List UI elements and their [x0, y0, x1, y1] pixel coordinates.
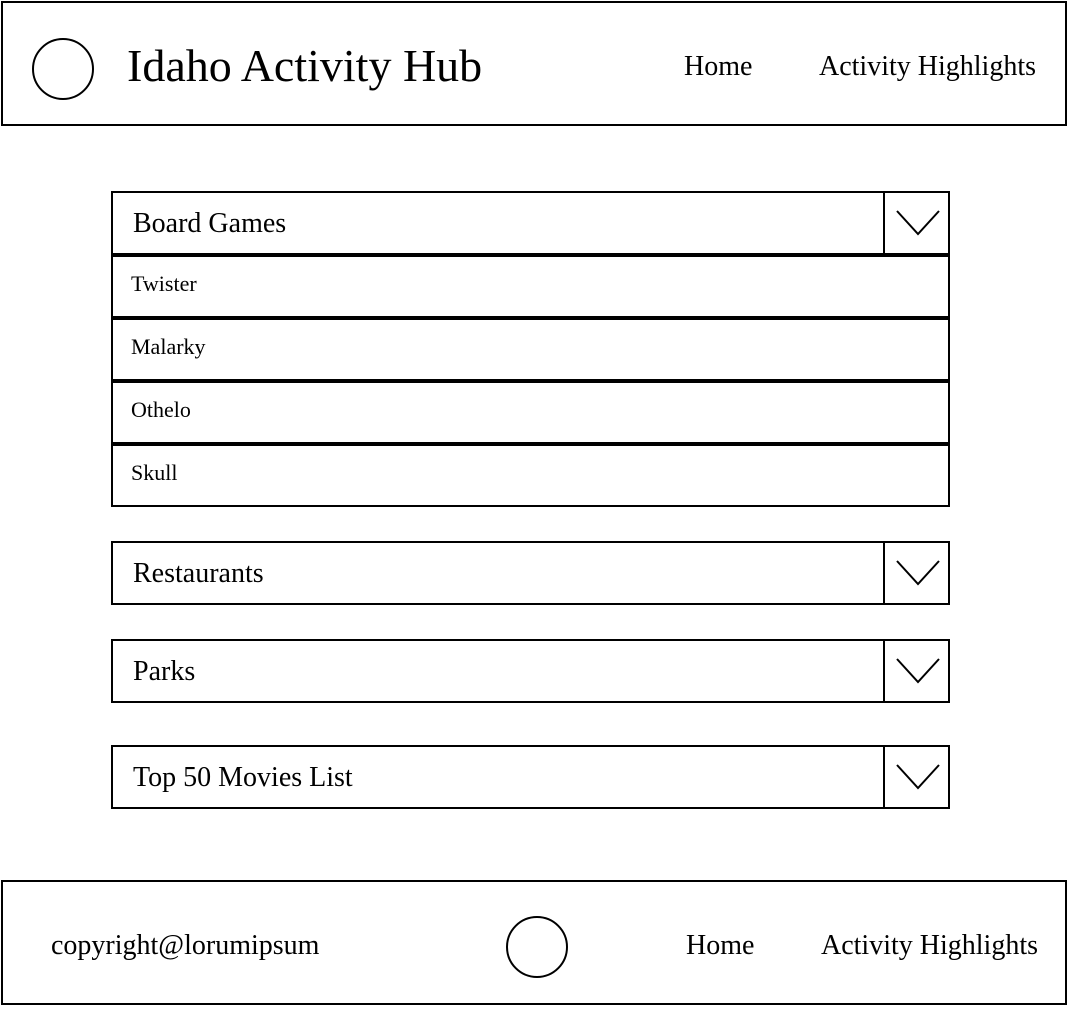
accordion-label: Parks	[133, 656, 196, 687]
list-item[interactable]: Malarky	[111, 318, 950, 381]
site-header: Idaho Activity Hub Home Activity Highlig…	[1, 1, 1067, 126]
accordion-header-restaurants[interactable]: Restaurants	[111, 541, 950, 605]
list-item-label: Malarky	[131, 334, 206, 359]
accordion-label: Board Games	[133, 208, 287, 239]
accordion-restaurants: Restaurants	[111, 541, 950, 605]
accordion-header-board-games[interactable]: Board Games	[111, 191, 950, 255]
accordion-label: Top 50 Movies List	[133, 762, 353, 793]
accordion-header-parks[interactable]: Parks	[111, 639, 950, 703]
logo-icon[interactable]	[32, 38, 94, 100]
site-footer: copyright@lorumipsum Home Activity Highl…	[1, 880, 1067, 1005]
accordion-toggle-button[interactable]	[883, 639, 950, 703]
list-item-label: Twister	[131, 271, 197, 296]
chevron-down-icon	[896, 560, 940, 586]
accordion-parks: Parks	[111, 639, 950, 703]
copyright-text: copyright@lorumipsum	[51, 930, 320, 961]
logo-icon[interactable]	[506, 916, 568, 978]
accordion-label: Restaurants	[133, 558, 264, 589]
list-item-label: Othelo	[131, 397, 191, 422]
accordion-board-games: Board Games Twister Malarky Othelo Skull	[111, 191, 950, 507]
list-item[interactable]: Othelo	[111, 381, 950, 444]
list-item[interactable]: Skull	[111, 444, 950, 507]
list-item[interactable]: Twister	[111, 255, 950, 318]
site-title: Idaho Activity Hub	[127, 40, 483, 91]
accordion-toggle-button[interactable]	[883, 745, 950, 809]
chevron-down-icon	[896, 764, 940, 790]
accordion-top-50-movies: Top 50 Movies List	[111, 745, 950, 809]
footer-nav-home-link[interactable]: Home	[686, 932, 754, 960]
accordion-header-top-50-movies[interactable]: Top 50 Movies List	[111, 745, 950, 809]
accordion-toggle-button[interactable]	[883, 541, 950, 605]
chevron-down-icon	[896, 210, 940, 236]
accordion-toggle-button[interactable]	[883, 191, 950, 255]
footer-nav-activity-highlights-link[interactable]: Activity Highlights	[821, 932, 1038, 960]
nav-home-link[interactable]: Home	[684, 53, 752, 81]
chevron-down-icon	[896, 658, 940, 684]
list-item-label: Skull	[131, 460, 178, 485]
nav-activity-highlights-link[interactable]: Activity Highlights	[819, 53, 1036, 81]
